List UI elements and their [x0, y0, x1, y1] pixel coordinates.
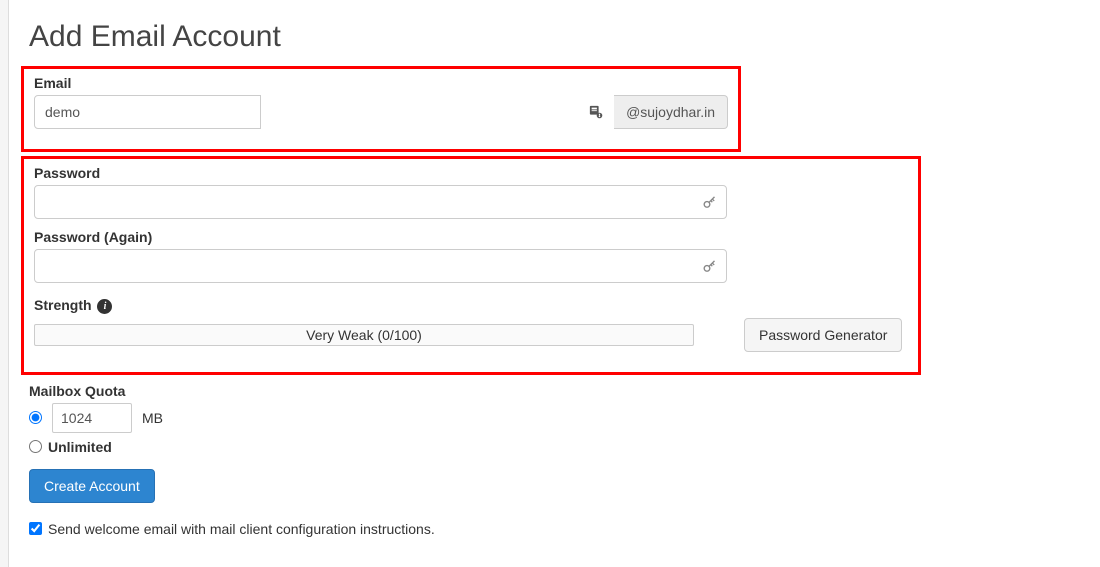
quota-label: Mailbox Quota — [29, 383, 125, 399]
email-input[interactable] — [34, 95, 261, 129]
password-highlight-box: Password Password (Again) — [21, 156, 921, 375]
quota-unlimited-label: Unlimited — [48, 439, 112, 455]
email-highlight-box: Email @sujoydhar.i — [21, 66, 741, 152]
email-domain-addon: @sujoydhar.in — [614, 95, 728, 129]
password-generator-button[interactable]: Password Generator — [744, 318, 902, 352]
email-label: Email — [34, 75, 71, 91]
password-again-label: Password (Again) — [34, 229, 152, 245]
welcome-email-label: Send welcome email with mail client conf… — [48, 521, 435, 537]
password-input[interactable] — [34, 185, 727, 219]
contact-picker-icon[interactable] — [588, 104, 604, 120]
strength-label-text: Strength — [34, 297, 92, 313]
welcome-email-checkbox[interactable] — [29, 522, 42, 535]
password-again-input[interactable] — [34, 249, 727, 283]
key-icon[interactable] — [701, 194, 717, 210]
quota-input[interactable] — [52, 403, 132, 433]
quota-radio-fixed[interactable] — [29, 411, 42, 424]
key-icon[interactable] — [701, 258, 717, 274]
quota-radio-unlimited[interactable] — [29, 440, 42, 453]
strength-label: Strength i — [34, 297, 112, 314]
quota-unit: MB — [142, 410, 163, 426]
create-account-button[interactable]: Create Account — [29, 469, 155, 503]
page-title: Add Email Account — [29, 20, 1080, 54]
password-label: Password — [34, 165, 100, 181]
strength-meter: Very Weak (0/100) — [34, 324, 694, 346]
info-icon[interactable]: i — [97, 299, 112, 314]
